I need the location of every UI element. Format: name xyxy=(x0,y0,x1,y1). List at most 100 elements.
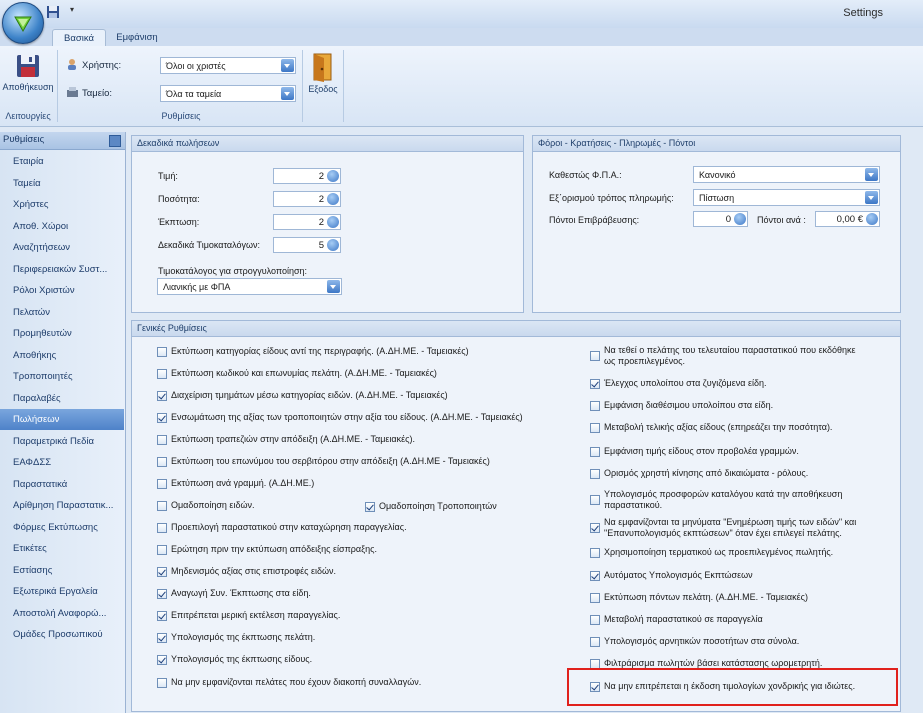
option-checkbox[interactable] xyxy=(157,347,167,357)
option-checkbox[interactable] xyxy=(590,548,600,558)
sidebar-item[interactable]: Παραμετρικά Πεδία xyxy=(0,431,124,452)
sidebar-item[interactable]: Παραστατικά xyxy=(0,474,124,495)
group-modifiers-label: Ομαδοποίηση Τροποποιητών xyxy=(379,501,497,511)
option-checkbox[interactable] xyxy=(157,523,167,533)
sidebar-item[interactable]: Αρίθμηση Παραστατικ... xyxy=(0,495,124,516)
vat-status-label: Καθεστώς Φ.Π.Α.: xyxy=(549,170,622,180)
quick-access-dropdown-icon[interactable]: ▾ xyxy=(70,5,74,14)
store-select[interactable]: Όλα τα ταμεία xyxy=(160,85,296,102)
sidebar-header: Ρυθμίσεις xyxy=(0,132,125,150)
option-label: Αναγωγή Συν. Έκπτωσης στα είδη. xyxy=(171,588,311,598)
save-button[interactable]: Αποθήκευση xyxy=(2,52,54,92)
collapse-icon[interactable] xyxy=(109,135,121,147)
sidebar-item[interactable]: Χρήστες xyxy=(0,194,124,215)
option-checkbox[interactable] xyxy=(590,593,600,603)
ribbon-separator xyxy=(343,50,344,122)
sidebar-item[interactable]: Παραλαβές xyxy=(0,388,124,409)
discount-label: Έκπτωση: xyxy=(158,217,200,227)
option-checkbox[interactable] xyxy=(157,589,167,599)
option-label: Ορισμός χρηστή κίνησης από δικαιώματα - … xyxy=(604,468,809,478)
option-checkbox[interactable] xyxy=(157,611,167,621)
option-checkbox[interactable] xyxy=(590,637,600,647)
tab-view[interactable]: Εμφάνιση xyxy=(108,29,166,46)
sidebar-item[interactable]: Ετικέτες xyxy=(0,538,124,559)
option-checkbox[interactable] xyxy=(157,479,167,489)
sidebar-item[interactable]: Πελατών xyxy=(0,302,124,323)
sidebar-item[interactable]: Περιφερειακών Συστ... xyxy=(0,259,124,280)
user-select[interactable]: Όλοι οι χριστές xyxy=(160,57,296,74)
option-checkbox[interactable] xyxy=(590,571,600,581)
discount-decimals-spinner[interactable]: 2 xyxy=(273,214,341,230)
sidebar-item[interactable]: Πωλήσεων xyxy=(0,409,124,430)
spin-icon[interactable] xyxy=(734,213,746,225)
group-modifiers-checkbox[interactable] xyxy=(365,502,375,512)
spin-icon[interactable] xyxy=(866,213,878,225)
user-label: Χρήστης: xyxy=(82,60,122,71)
sidebar-item[interactable]: Αποστολή Αναφορώ... xyxy=(0,603,124,624)
decimals-panel-title: Δεκαδικά πωλήσεων xyxy=(132,136,523,152)
sidebar-item[interactable]: Εταιρία xyxy=(0,151,124,172)
user-icon xyxy=(66,58,78,70)
quick-save-icon[interactable] xyxy=(46,5,62,21)
sidebar-item[interactable]: Αναζητήσεων xyxy=(0,237,124,258)
option-label: Υπολογισμός προσφορών καταλόγου κατά την… xyxy=(604,489,843,510)
option-checkbox[interactable] xyxy=(590,401,600,411)
sidebar-item[interactable]: Προμηθευτών xyxy=(0,323,124,344)
option-checkbox[interactable] xyxy=(157,391,167,401)
option-checkbox[interactable] xyxy=(590,469,600,479)
option-checkbox[interactable] xyxy=(157,369,167,379)
option-label: Εκτύπωση πόντων πελάτη. (Α.ΔΗ.ΜΕ. - Ταμε… xyxy=(604,592,808,602)
option-checkbox[interactable] xyxy=(157,457,167,467)
spin-icon[interactable] xyxy=(327,170,339,182)
rounding-pricelist-select[interactable]: Λιανικής με ΦΠΑ xyxy=(157,278,342,295)
price-decimals-spinner[interactable]: 2 xyxy=(273,168,341,184)
option-checkbox[interactable] xyxy=(157,633,167,643)
tab-basic[interactable]: Βασικά xyxy=(52,29,106,47)
option-checkbox[interactable] xyxy=(590,379,600,389)
option-checkbox[interactable] xyxy=(590,615,600,625)
option-checkbox[interactable] xyxy=(157,567,167,577)
option-label: Εκτύπωση του επωνύμου του σερβιτόρου στη… xyxy=(171,456,490,466)
option-label: Ομαδοποίηση ειδών. xyxy=(171,500,255,510)
vat-status-select[interactable]: Κανονικό xyxy=(693,166,880,183)
store-select-value: Όλα τα ταμεία xyxy=(166,89,222,99)
option-checkbox[interactable] xyxy=(590,351,600,361)
option-label: Μεταβολή τελικής αξίας είδους (επηρεάζει… xyxy=(604,422,833,432)
sidebar-item[interactable]: Εστίασης xyxy=(0,560,124,581)
spin-icon[interactable] xyxy=(327,193,339,205)
points-per-spinner[interactable]: 0,00 € xyxy=(815,211,880,227)
discount-decimals-value: 2 xyxy=(318,217,324,228)
app-logo-icon xyxy=(14,16,32,33)
qty-decimals-spinner[interactable]: 2 xyxy=(273,191,341,207)
sidebar-item[interactable]: Εξωτερικά Εργαλεία xyxy=(0,581,124,602)
default-payment-value: Πίστωση xyxy=(699,193,735,203)
option-checkbox[interactable] xyxy=(157,678,167,688)
option-checkbox[interactable] xyxy=(590,495,600,505)
exit-door-icon xyxy=(313,53,332,82)
spin-icon[interactable] xyxy=(327,216,339,228)
option-checkbox[interactable] xyxy=(157,655,167,665)
option-checkbox[interactable] xyxy=(157,545,167,555)
sidebar-item[interactable]: Αποθήκης xyxy=(0,345,124,366)
option-checkbox[interactable] xyxy=(157,435,167,445)
reward-points-spinner[interactable]: 0 xyxy=(693,211,748,227)
sidebar-item[interactable]: Ομάδες Προσωπικού xyxy=(0,624,124,645)
sidebar-item[interactable]: Αποθ. Χώροι xyxy=(0,216,124,237)
spin-icon[interactable] xyxy=(327,239,339,251)
sidebar-item[interactable]: Ταμεία xyxy=(0,173,124,194)
title-bar xyxy=(0,0,923,29)
sidebar-item[interactable]: Φόρμες Εκτύπωσης xyxy=(0,517,124,538)
general-settings-title: Γενικές Ρυθμίσεις xyxy=(132,321,900,337)
default-payment-select[interactable]: Πίστωση xyxy=(693,189,880,206)
option-checkbox[interactable] xyxy=(590,523,600,533)
sidebar-item[interactable]: Τροποποιητές xyxy=(0,366,124,387)
pricelist-decimals-spinner[interactable]: 5 xyxy=(273,237,341,253)
option-checkbox[interactable] xyxy=(590,447,600,457)
option-checkbox[interactable] xyxy=(157,501,167,511)
sidebar-item[interactable]: Ρόλοι Χριστών xyxy=(0,280,124,301)
sidebar-item[interactable]: ΕΑΦΔΣΣ xyxy=(0,452,124,473)
exit-button[interactable]: Εξοδος xyxy=(304,52,342,94)
option-checkbox[interactable] xyxy=(157,413,167,423)
option-checkbox[interactable] xyxy=(590,423,600,433)
app-menu-orb-button[interactable] xyxy=(2,2,44,44)
